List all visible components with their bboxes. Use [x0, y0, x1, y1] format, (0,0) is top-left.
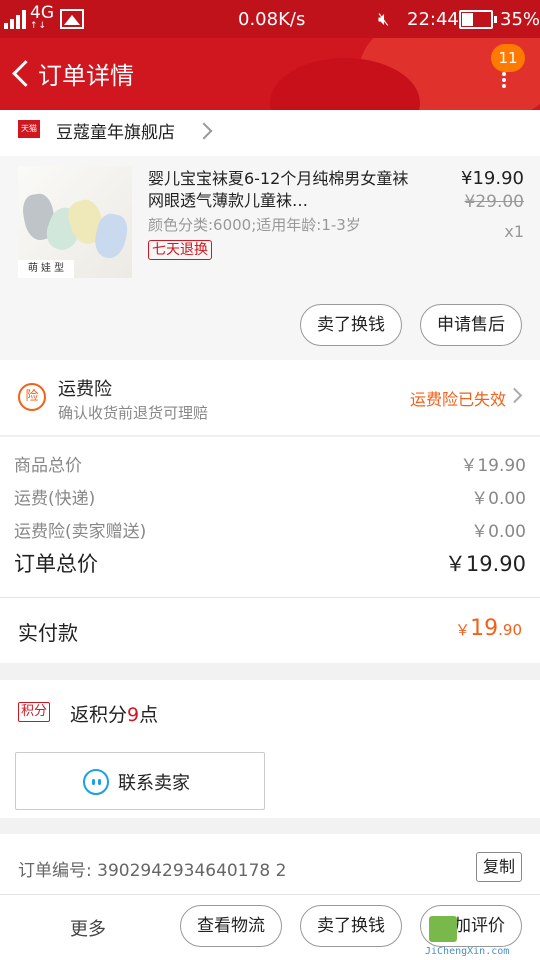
clock: 22:44 [407, 9, 459, 30]
mute-icon: 🔇︎ [378, 9, 390, 30]
watermark: JiChengXin.com [423, 910, 540, 960]
shipping-insurance-row[interactable]: 险 运费险 确认收货前退货可理赔 运费险已失效 [0, 360, 540, 436]
price-summary: 商品总价 ￥19.90 运费(快递) ￥0.00 运费险(卖家赠送) ￥0.00… [0, 437, 540, 597]
thumbnail-label: 萌 娃 型 [18, 260, 74, 278]
message-count-badge[interactable]: 11 [491, 44, 525, 72]
insurance-status: 运费险已失效 [409, 390, 506, 409]
actual-payment-value: ￥19.90 [455, 616, 522, 641]
price-row-value: ￥0.00 [471, 489, 526, 509]
order-total-value: ￥19.90 [444, 552, 526, 576]
product-item: 萌 娃 型 婴儿宝宝袜夏6-12个月纯棉男女童袜网眼透气薄款儿童袜… 颜色分类:… [0, 156, 540, 360]
network-speed: 0.08K/s [238, 9, 306, 30]
app-header: 订单详情 11 [0, 38, 540, 110]
status-bar: 4G ↑↓ 0.08K/s 🔇︎ 22:44 35% [0, 0, 540, 38]
copy-button[interactable]: 复制 [476, 852, 522, 882]
contact-seller-label: 联系卖家 [118, 773, 190, 794]
product-price: ¥19.90 [461, 168, 524, 189]
order-number-row: 订单编号: 3902942934640178 2 复制 [0, 834, 540, 894]
product-original-price: ¥29.00 [464, 192, 524, 212]
chevron-right-icon [506, 387, 523, 404]
network-type: 4G ↑↓ [30, 3, 54, 31]
chevron-right-icon [195, 122, 213, 140]
points-text: 返积分9点 [70, 704, 159, 726]
battery-icon [459, 10, 497, 29]
more-menu-icon[interactable] [500, 72, 508, 88]
image-notification-icon [60, 9, 84, 29]
chat-bot-icon [83, 769, 109, 795]
shop-row[interactable]: 天猫 豆蔻童年旗舰店 [0, 110, 540, 156]
sell-button[interactable]: 卖了换钱 [300, 905, 402, 947]
price-row: 运费险(卖家赠送) ￥0.00 [14, 517, 526, 542]
order-number: 订单编号: 3902942934640178 2 [18, 861, 287, 881]
price-row-label: 运费(快递) [14, 489, 96, 509]
product-quantity: x1 [504, 222, 524, 241]
price-row-value: ￥0.00 [471, 522, 526, 542]
watermark-logo-icon [429, 916, 457, 942]
page-title: 订单详情 [38, 62, 134, 90]
order-total-label: 订单总价 [14, 552, 98, 576]
price-row: 运费(快递) ￥0.00 [14, 484, 526, 509]
contact-seller-button[interactable]: 联系卖家 [15, 752, 265, 810]
order-total-row: 订单总价 ￥19.90 [14, 548, 526, 578]
back-arrow-icon[interactable] [10, 58, 34, 88]
signal-icon [4, 9, 28, 29]
product-thumbnail[interactable]: 萌 娃 型 [18, 166, 132, 278]
shop-name: 豆蔻童年旗舰店 [56, 123, 175, 143]
price-row: 商品总价 ￥19.90 [14, 451, 526, 476]
points-tag: 积分 [18, 702, 51, 722]
price-row-value: ￥19.90 [460, 456, 526, 476]
after-sales-button[interactable]: 申请售后 [420, 304, 522, 346]
watermark-url: JiChengXin.com [425, 946, 510, 957]
points-contact-card: 积分 返积分9点 联系卖家 [0, 680, 540, 818]
insurance-icon: 险 [18, 383, 46, 411]
insurance-subtitle: 确认收货前退货可理赔 [58, 404, 209, 422]
product-title[interactable]: 婴儿宝宝袜夏6-12个月纯棉男女童袜网眼透气薄款儿童袜… [148, 168, 410, 212]
sell-button[interactable]: 卖了换钱 [300, 304, 402, 346]
product-sku: 颜色分类:6000;适用年龄:1-3岁 [148, 216, 361, 234]
actual-payment-row: 实付款 ￥19.90 [0, 597, 540, 663]
view-logistics-button[interactable]: 查看物流 [180, 905, 282, 947]
actual-payment-label: 实付款 [18, 621, 78, 645]
seven-day-return-tag: 七天退换 [148, 240, 212, 260]
battery-percent: 35% [500, 9, 540, 30]
insurance-title: 运费险 [58, 379, 112, 400]
tmall-logo-icon: 天猫 [18, 120, 40, 138]
price-row-label: 运费险(卖家赠送) [14, 522, 147, 542]
more-button[interactable]: 更多 [70, 915, 106, 941]
price-row-label: 商品总价 [14, 456, 82, 476]
